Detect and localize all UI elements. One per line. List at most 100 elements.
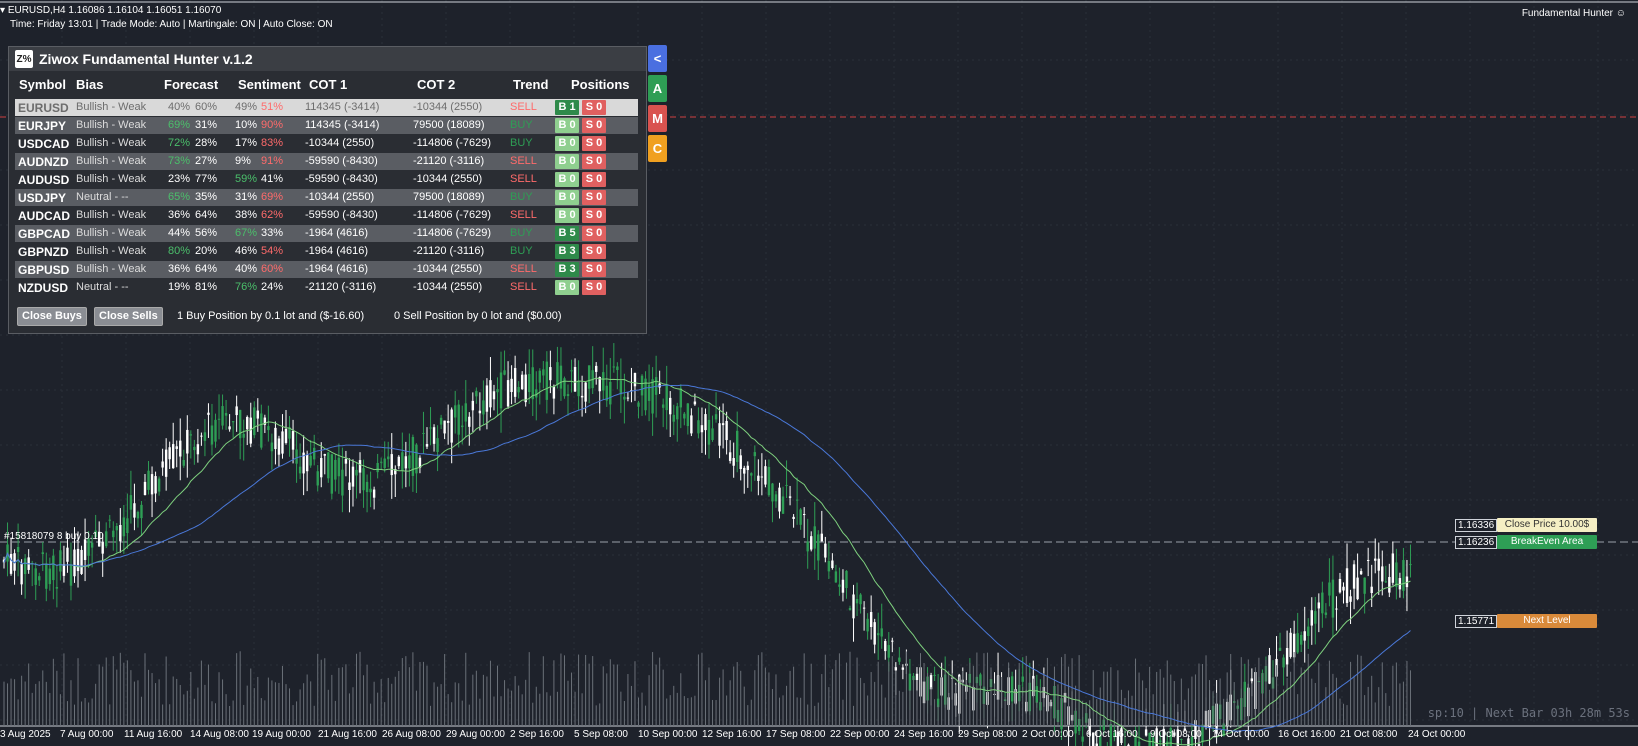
- cell-symbol[interactable]: AUDCAD: [18, 209, 70, 223]
- cell-bias: Neutral - --: [76, 281, 129, 293]
- cell-symbol[interactable]: GBPUSD: [18, 263, 69, 277]
- candle-body: [817, 534, 820, 561]
- candle-body: [1352, 564, 1356, 589]
- candle-body: [485, 385, 489, 412]
- buy-position-button[interactable]: B 0: [555, 118, 579, 133]
- candle-body: [845, 570, 848, 588]
- candle-body: [587, 365, 591, 389]
- candle-body: [365, 481, 369, 493]
- buy-position-button[interactable]: B 0: [555, 208, 579, 223]
- collapse-button[interactable]: <: [648, 45, 667, 72]
- buy-position-button[interactable]: B 0: [555, 190, 579, 205]
- candle-body: [1359, 571, 1363, 575]
- candle-body: [764, 466, 767, 485]
- candle-body: [1370, 586, 1373, 594]
- candle-body: [112, 530, 115, 538]
- candle-body: [556, 362, 559, 386]
- cell-f1: 65%: [168, 191, 191, 203]
- panel-header[interactable]: Z% Ziwox Fundamental Hunter v.1.2: [9, 47, 646, 71]
- candle-body: [1282, 657, 1285, 668]
- candle-body: [1328, 582, 1331, 596]
- buy-position-button[interactable]: B 5: [555, 226, 579, 241]
- candle-body: [750, 473, 753, 476]
- candle-body: [59, 550, 62, 572]
- cell-symbol[interactable]: GBPCAD: [18, 227, 70, 241]
- sell-position-button[interactable]: S 0: [582, 226, 606, 241]
- cell-bias: Bullish - Weak: [76, 173, 147, 185]
- candle-body: [542, 369, 545, 376]
- buy-position-button[interactable]: B 3: [555, 262, 579, 277]
- buy-position-button[interactable]: B 0: [555, 136, 579, 151]
- table-row: AUDCAD Bullish - Weak 36% 64% 38% 62% -59590 (…: [15, 207, 638, 224]
- cell-symbol[interactable]: EURJPY: [18, 119, 66, 133]
- breakeven-value: 1.16236: [1455, 536, 1498, 549]
- candle-body: [760, 476, 764, 478]
- buy-position-button[interactable]: B 3: [555, 244, 579, 259]
- time-axis-label: 3 Aug 2025: [0, 729, 51, 740]
- cell-symbol[interactable]: EURUSD: [18, 101, 69, 115]
- candle-body: [1035, 686, 1039, 703]
- cell-f1: 36%: [168, 209, 191, 221]
- cell-symbol[interactable]: NZDUSD: [18, 281, 68, 295]
- candle-body: [210, 425, 214, 445]
- candle-body: [711, 428, 714, 440]
- candle-body: [690, 415, 693, 434]
- cell-bias: Bullish - Weak: [76, 209, 147, 221]
- candle-body: [753, 452, 757, 457]
- candle-body: [810, 536, 813, 550]
- close-buys-button[interactable]: Close Buys: [17, 307, 87, 326]
- sell-position-button[interactable]: S 0: [582, 244, 606, 259]
- cell-symbol[interactable]: GBPNZD: [18, 245, 69, 259]
- buy-position-button[interactable]: B 1: [555, 100, 579, 115]
- close-sells-button[interactable]: Close Sells: [94, 307, 163, 326]
- sell-position-button[interactable]: S 0: [582, 280, 606, 295]
- candle-body: [179, 440, 182, 457]
- buy-position-button[interactable]: B 0: [555, 172, 579, 187]
- candle-body: [517, 386, 520, 393]
- candle-body: [788, 496, 792, 498]
- sell-position-button[interactable]: S 0: [582, 172, 606, 187]
- buy-position-button[interactable]: B 0: [555, 154, 579, 169]
- candle-body: [482, 400, 485, 415]
- sell-position-button[interactable]: S 0: [582, 118, 606, 133]
- candle-body: [284, 428, 288, 443]
- sell-position-button[interactable]: S 0: [582, 208, 606, 223]
- cell-f1: 80%: [168, 245, 191, 257]
- candle-body: [616, 366, 619, 371]
- candle-body: [161, 461, 164, 468]
- ea-name-text: Fundamental Hunter: [1521, 8, 1613, 19]
- candle-body: [1303, 631, 1306, 641]
- candle-body: [781, 496, 785, 514]
- table-row: USDCAD Bullish - Weak 72% 28% 17% 83% -10344 (…: [15, 135, 638, 152]
- cell-symbol[interactable]: AUDNZD: [18, 155, 69, 169]
- sell-position-button[interactable]: S 0: [582, 154, 606, 169]
- sell-position-button[interactable]: S 0: [582, 190, 606, 205]
- candle-body: [492, 391, 496, 400]
- time-axis-label: 21 Oct 08:00: [1340, 729, 1398, 740]
- sell-position-button[interactable]: S 0: [582, 262, 606, 277]
- cell-symbol[interactable]: USDJPY: [18, 191, 66, 205]
- candle-body: [898, 657, 901, 662]
- candle-body: [80, 549, 83, 574]
- buy-position-button[interactable]: B 0: [555, 280, 579, 295]
- candle-body: [1402, 560, 1405, 591]
- candle-body: [499, 372, 503, 409]
- candle-body: [1398, 578, 1402, 590]
- auto-mode-button[interactable]: A: [648, 75, 667, 102]
- cell-symbol[interactable]: AUDUSD: [18, 173, 69, 187]
- sell-position-button[interactable]: S 0: [582, 100, 606, 115]
- sell-position-button[interactable]: S 0: [582, 136, 606, 151]
- cell-trend: SELL: [510, 173, 537, 185]
- table-row: AUDNZD Bullish - Weak 73% 27% 9% 91% -59590 (-…: [15, 153, 638, 170]
- candle-body: [774, 494, 778, 502]
- candle-body: [122, 517, 126, 537]
- cell-s1: 31%: [235, 191, 258, 203]
- candle-body: [115, 526, 118, 531]
- manual-mode-button[interactable]: M: [648, 105, 667, 132]
- cell-f1: 19%: [168, 281, 191, 293]
- candle-body: [746, 465, 749, 471]
- cell-symbol[interactable]: USDCAD: [18, 137, 69, 151]
- candle-body: [316, 471, 319, 486]
- candle-body: [478, 410, 482, 414]
- close-mode-button[interactable]: C: [648, 135, 667, 162]
